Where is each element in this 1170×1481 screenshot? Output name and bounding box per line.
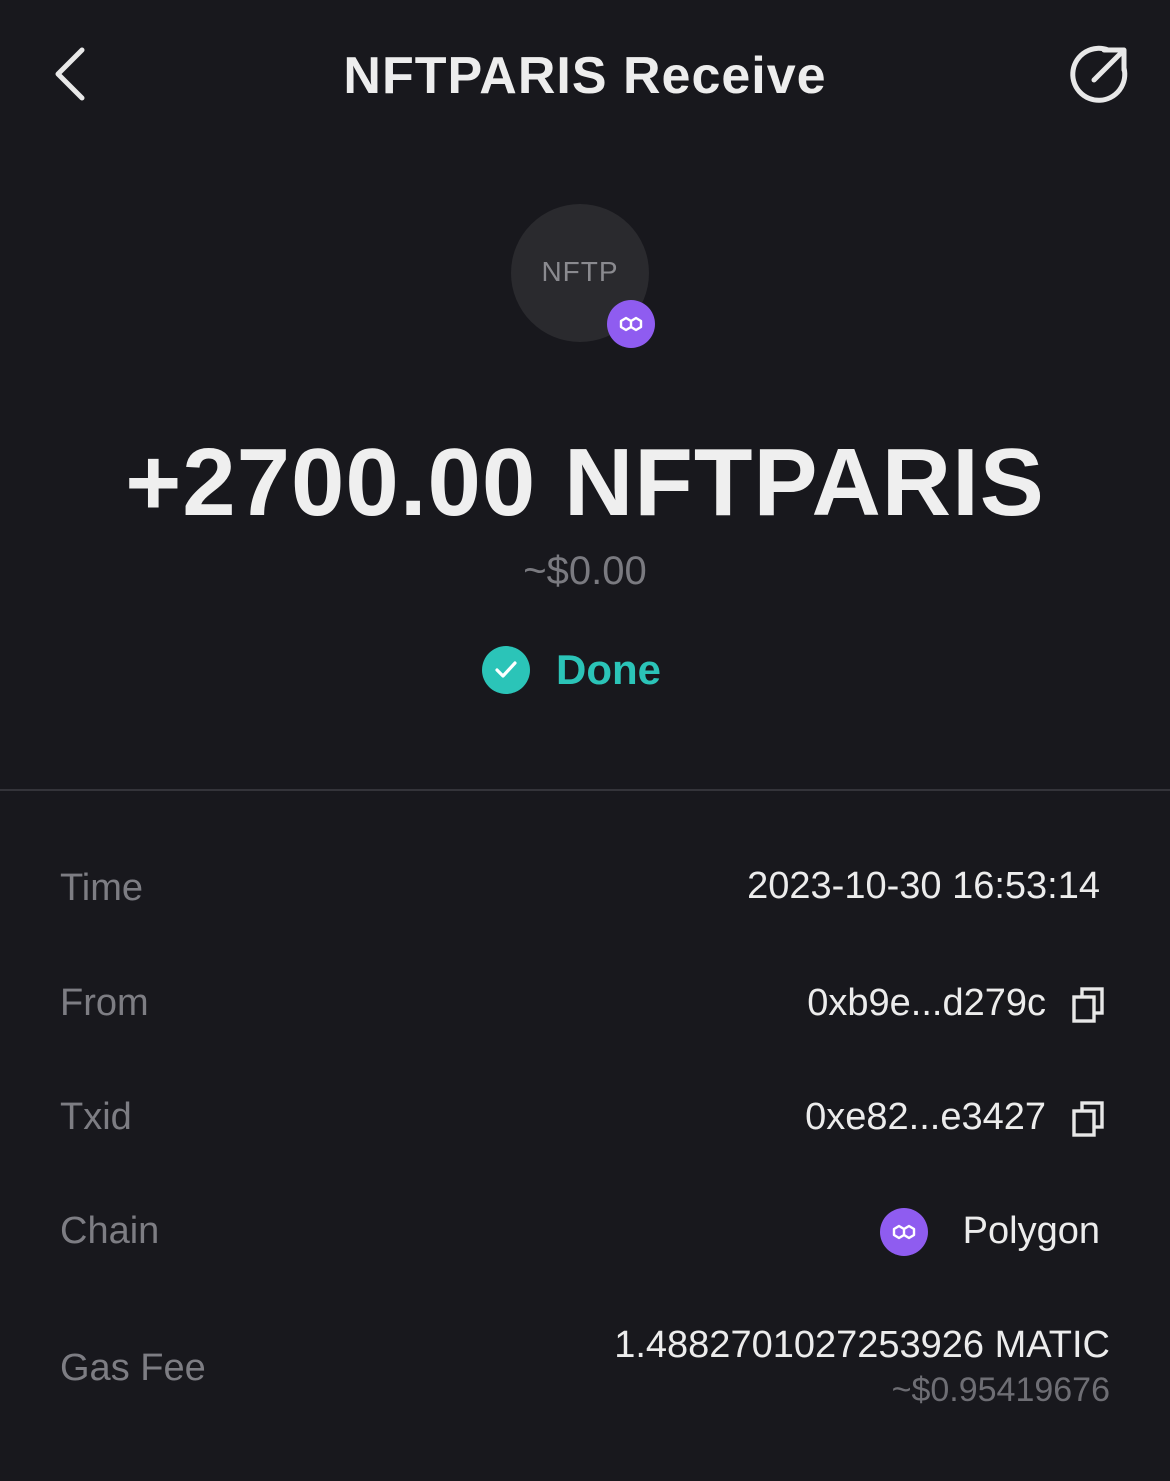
gas-fee-amount: 1.4882701027253926 MATIC [614, 1324, 1110, 1366]
token-avatar-text: NFTP [541, 256, 619, 287]
chain-label: Chain [60, 1210, 160, 1252]
chain-value: Polygon [962, 1210, 1100, 1252]
copy-from-button[interactable] [1070, 985, 1108, 1025]
divider [0, 789, 1170, 791]
share-button[interactable] [1064, 40, 1134, 110]
time-value: 2023-10-30 16:53:14 [747, 865, 1100, 907]
from-address[interactable]: 0xb9e...d279c [807, 979, 1046, 1027]
copy-icon [1072, 1101, 1104, 1137]
check-circle-icon [482, 646, 530, 694]
chain-badge [607, 300, 655, 348]
polygon-icon [619, 316, 643, 332]
fiat-amount: ~$0.00 [523, 549, 647, 593]
polygon-icon [880, 1208, 928, 1256]
gas-fee-value: 1.4882701027253926 MATIC ~$0.95419676 [614, 1322, 1110, 1412]
txid-label: Txid [60, 1096, 132, 1138]
time-label: Time [60, 867, 144, 909]
gas-fee-label: Gas Fee [60, 1347, 206, 1389]
page-title: NFTPARIS Receive [343, 47, 827, 105]
from-label: From [60, 982, 149, 1024]
copy-txid-button[interactable] [1070, 1099, 1108, 1139]
status: Done [482, 642, 661, 698]
transaction-amount: +2700.00 NFTPARIS [125, 429, 1045, 536]
header: NFTPARIS Receive [0, 0, 1170, 150]
copy-icon [1072, 987, 1104, 1023]
status-label: Done [556, 646, 661, 693]
external-link-icon [1070, 45, 1128, 103]
txid-value[interactable]: 0xe82...e3427 [805, 1093, 1046, 1141]
gas-fee-fiat: ~$0.95419676 [891, 1371, 1110, 1409]
token-avatar: NFTP [511, 204, 655, 348]
